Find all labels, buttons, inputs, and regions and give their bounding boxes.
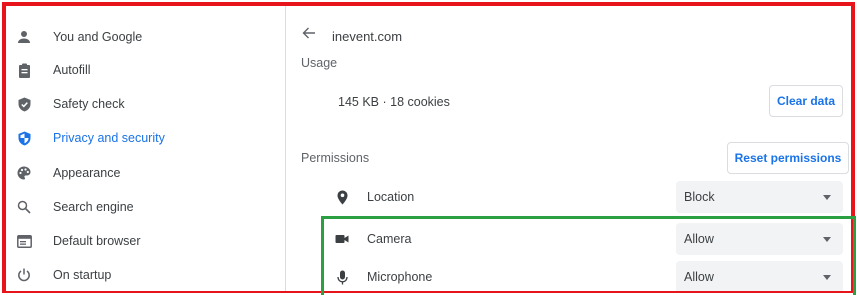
microphone-icon: [335, 269, 349, 285]
sidebar-item-appearance[interactable]: Appearance: [6, 156, 286, 190]
camera-permission-select[interactable]: Allow: [676, 223, 843, 255]
sidebar-item-label: On startup: [53, 268, 112, 282]
back-arrow-icon[interactable]: [302, 26, 316, 44]
sidebar-item-label: Autofill: [53, 63, 91, 77]
shield-icon: [16, 130, 32, 146]
sidebar-item-label: Privacy and security: [53, 131, 165, 145]
location-permission-select[interactable]: Block: [676, 181, 843, 213]
chevron-down-icon: [823, 237, 831, 242]
sidebar-item-label: Safety check: [53, 97, 125, 111]
sidebar-item-search-engine[interactable]: Search engine: [6, 190, 286, 224]
power-icon: [16, 267, 32, 283]
select-value: Block: [684, 190, 715, 204]
usage-summary: 145 KB · 18 cookies: [338, 95, 450, 109]
sidebar-item-label: You and Google: [53, 30, 143, 44]
clear-data-button[interactable]: Clear data: [769, 85, 843, 117]
settings-sidebar: You and Google Autofill Safety check Pri…: [6, 6, 286, 293]
permission-label: Camera: [367, 232, 412, 246]
permission-row-microphone: Microphone Allow: [287, 257, 849, 295]
select-value: Allow: [684, 270, 714, 284]
sidebar-item-on-startup[interactable]: On startup: [6, 258, 286, 292]
site-settings-panel: inevent.com Usage 145 KB · 18 cookies Cl…: [287, 6, 849, 293]
chevron-down-icon: [823, 275, 831, 280]
permission-row-location: Location Block: [287, 177, 849, 217]
sidebar-item-label: Appearance: [53, 166, 121, 180]
permissions-heading: Permissions: [301, 151, 370, 165]
sidebar-item-default-browser[interactable]: Default browser: [6, 224, 286, 258]
microphone-permission-select[interactable]: Allow: [676, 261, 843, 293]
permission-label: Location: [367, 190, 415, 204]
location-pin-icon: [335, 189, 349, 205]
shield-check-icon: [16, 96, 32, 112]
chevron-down-icon: [823, 195, 831, 200]
sidebar-item-label: Default browser: [53, 234, 141, 248]
person-icon: [16, 29, 32, 45]
sidebar-item-safety-check[interactable]: Safety check: [6, 87, 286, 121]
select-value: Allow: [684, 232, 714, 246]
sidebar-item-you-and-google[interactable]: You and Google: [6, 20, 286, 54]
camera-icon: [335, 231, 349, 247]
reset-permissions-button[interactable]: Reset permissions: [727, 142, 849, 174]
page-title: inevent.com: [332, 29, 403, 44]
usage-heading: Usage: [301, 56, 338, 70]
permission-label: Microphone: [367, 270, 433, 284]
sidebar-item-label: Search engine: [53, 200, 134, 214]
search-icon: [16, 199, 32, 215]
sidebar-item-autofill[interactable]: Autofill: [6, 53, 286, 87]
clipboard-icon: [16, 62, 32, 78]
browser-icon: [16, 233, 32, 249]
sidebar-item-privacy-and-security[interactable]: Privacy and security: [6, 121, 286, 155]
permission-row-camera: Camera Allow: [287, 219, 849, 259]
palette-icon: [16, 165, 32, 181]
